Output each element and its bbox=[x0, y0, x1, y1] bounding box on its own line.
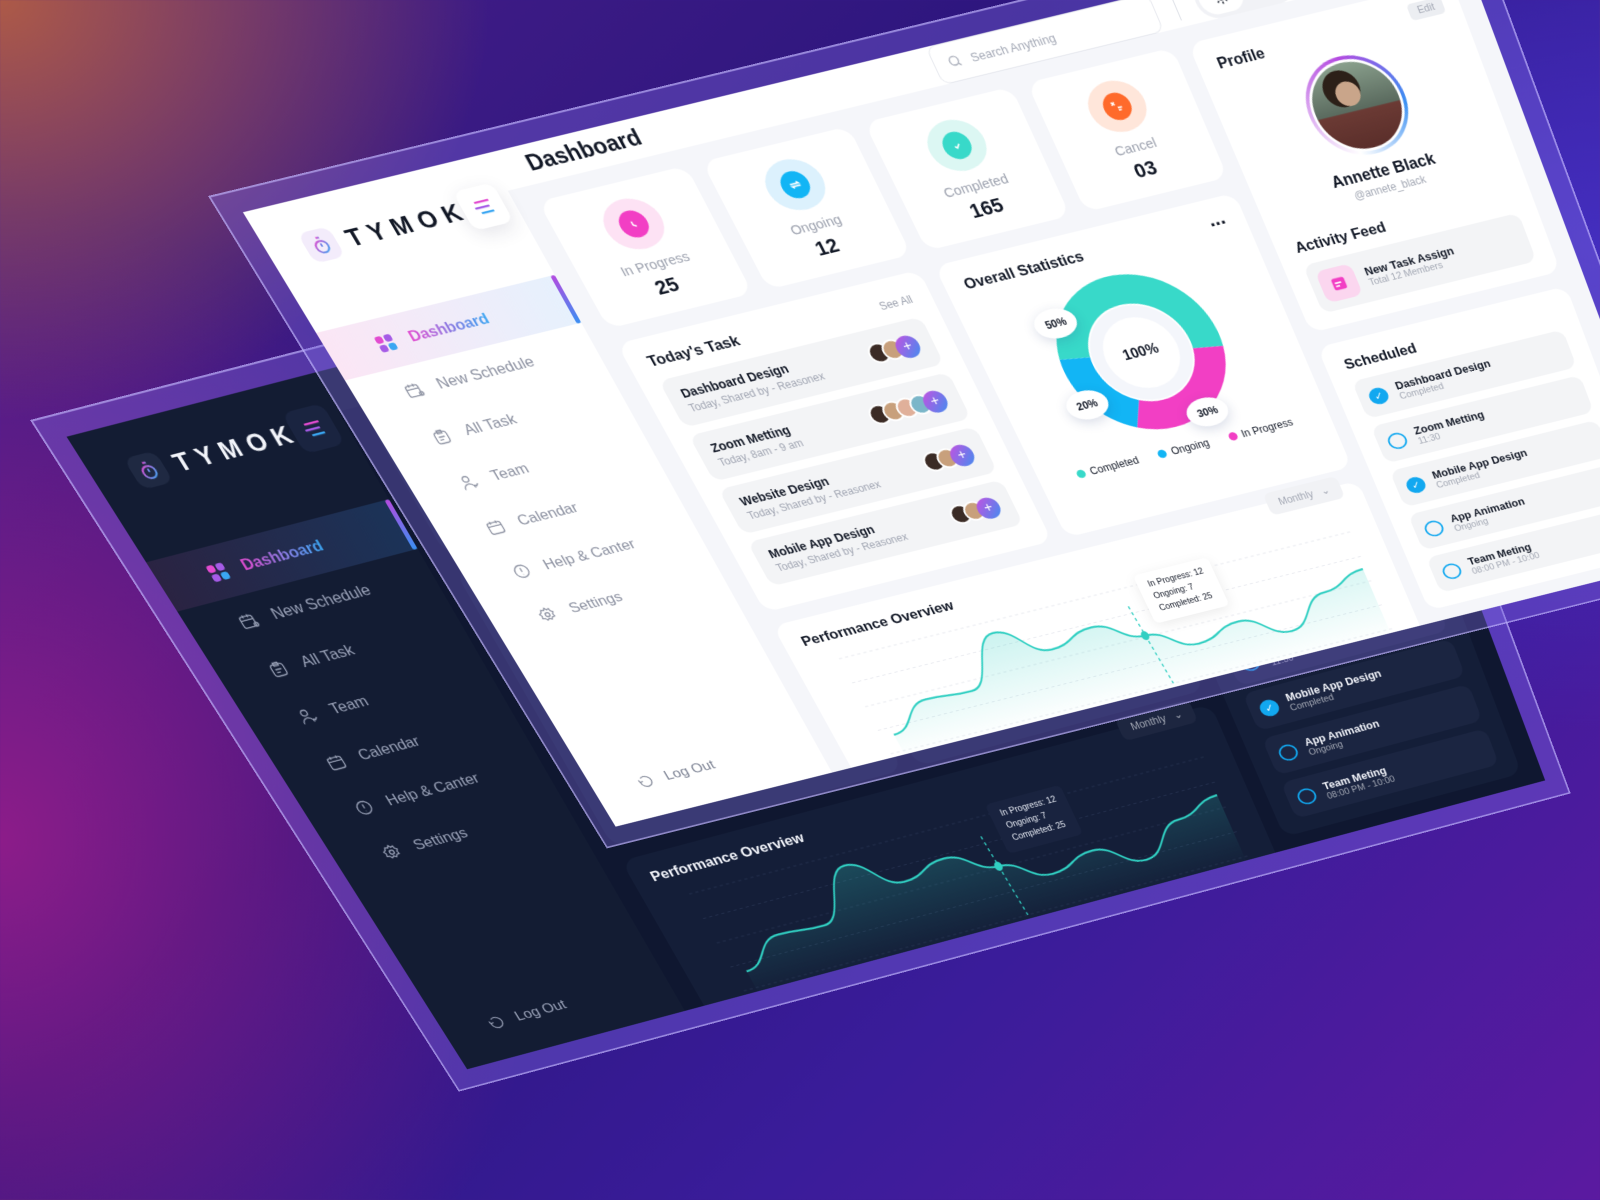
sun-icon bbox=[1209, 0, 1232, 7]
x-tick-label: Oct bbox=[1156, 892, 1173, 906]
logout-icon bbox=[633, 772, 658, 790]
sidebar-item-label: All Task bbox=[460, 410, 520, 439]
x-tick-label: Jun bbox=[979, 940, 997, 954]
avatar-photo bbox=[1294, 49, 1419, 161]
legend-item: Ongoing bbox=[1156, 436, 1212, 461]
task-members: + bbox=[919, 442, 979, 474]
sidebar-item-label: Settings bbox=[565, 588, 626, 616]
donut-chart: 100% 50%30%20% bbox=[1009, 247, 1269, 456]
clipboard-icon bbox=[427, 425, 457, 448]
check-circle-icon[interactable]: ✓ bbox=[1366, 385, 1391, 406]
legend-dot bbox=[1226, 431, 1239, 442]
gear-icon bbox=[377, 841, 406, 863]
info-circle-icon bbox=[349, 796, 379, 819]
hamburger-icon bbox=[473, 198, 495, 215]
sidebar-item-label: Dashboard bbox=[237, 536, 327, 574]
logout-label: Log Out bbox=[511, 996, 570, 1024]
logout-label: Log Out bbox=[660, 757, 718, 783]
sidebar-item-label: Team bbox=[325, 692, 372, 718]
logout-button[interactable]: Log Out bbox=[633, 757, 718, 790]
line-area bbox=[707, 769, 1248, 996]
sidebar-item-label: All Task bbox=[296, 641, 358, 671]
logout-button[interactable]: Log Out bbox=[484, 997, 570, 1032]
grid-icon bbox=[202, 560, 234, 585]
legend-item: Completed bbox=[1075, 454, 1141, 480]
legend-label: Ongoing bbox=[1168, 436, 1212, 458]
sidebar-item-label: New Schedule bbox=[432, 352, 538, 393]
task-members: + bbox=[863, 332, 925, 365]
refresh-icon bbox=[755, 153, 836, 216]
legend-label: Completed bbox=[1087, 454, 1141, 478]
logout-icon bbox=[484, 1013, 509, 1032]
x-tick-label: Jan bbox=[757, 999, 776, 1013]
legend-label: In Progress bbox=[1239, 416, 1295, 440]
clipboard-icon bbox=[263, 657, 294, 681]
calendar-edit-icon bbox=[233, 609, 264, 633]
clipboard-check-icon bbox=[917, 114, 996, 177]
calendar-icon bbox=[481, 516, 510, 538]
chevron-down-icon: ⌄ bbox=[1171, 708, 1185, 722]
brand-name: TYMOK bbox=[339, 195, 475, 252]
legend-item: In Progress bbox=[1226, 416, 1295, 443]
empty-circle-icon[interactable] bbox=[1439, 561, 1464, 581]
calendar-icon bbox=[321, 751, 351, 774]
sidebar-item-label: Calendar bbox=[513, 499, 582, 529]
empty-circle-icon[interactable] bbox=[1294, 786, 1319, 806]
x-tick-label: Jul bbox=[1025, 928, 1040, 942]
sidebar-item-label: New Schedule bbox=[267, 580, 375, 623]
sidebar-item-label: Team bbox=[487, 459, 532, 484]
task-members: + bbox=[864, 388, 952, 427]
clock-icon bbox=[592, 192, 675, 256]
x-tick-label: Dec bbox=[1244, 869, 1263, 884]
avatar bbox=[1289, 45, 1424, 165]
calendar-edit-icon bbox=[399, 379, 429, 402]
search-placeholder: Search Anything bbox=[967, 30, 1058, 65]
x-tick-label: Apr bbox=[891, 964, 909, 978]
x-tick-label: Aug bbox=[1067, 916, 1086, 931]
x-tick-label: Mar bbox=[846, 975, 865, 989]
empty-circle-icon[interactable] bbox=[1385, 430, 1410, 451]
activity-feed-item[interactable]: New Task Assign Total 12 Members bbox=[1302, 212, 1537, 314]
legend-dot bbox=[1075, 468, 1088, 479]
legend-dot bbox=[1156, 448, 1169, 459]
hamburger-icon bbox=[303, 420, 326, 437]
more-options-icon[interactable]: ... bbox=[1204, 206, 1229, 232]
divider bbox=[1170, 0, 1182, 21]
document-cancel-icon bbox=[1079, 74, 1156, 138]
x-tick-label: Feb bbox=[801, 987, 820, 1001]
stopwatch-logo-icon bbox=[123, 450, 174, 490]
sidebar-item-label: Dashboard bbox=[404, 309, 493, 346]
users-icon bbox=[292, 705, 322, 728]
sidebar-item-label: Settings bbox=[409, 824, 471, 854]
empty-circle-icon[interactable] bbox=[1276, 742, 1301, 763]
gear-icon bbox=[533, 604, 561, 625]
task-assign-icon bbox=[1314, 263, 1364, 304]
info-circle-icon bbox=[507, 560, 536, 582]
showcase-stage: TYMOK Dashboard New Schedule All Task Te… bbox=[0, 0, 1600, 1200]
sidebar-item-label: Help & Canter bbox=[539, 535, 639, 573]
x-tick-label: Nov bbox=[1200, 880, 1219, 895]
task-members: + bbox=[946, 495, 1005, 526]
see-all-link[interactable]: See All bbox=[877, 293, 915, 313]
sidebar-item-label: Calendar bbox=[354, 732, 424, 764]
brand-name: TYMOK bbox=[166, 417, 306, 477]
check-circle-icon[interactable]: ✓ bbox=[1256, 697, 1282, 718]
task-list: Dashboard Design Today, Shared by - Reas… bbox=[658, 316, 1024, 587]
chevron-down-icon: ⌄ bbox=[1318, 484, 1332, 498]
empty-circle-icon[interactable] bbox=[1421, 518, 1446, 538]
search-icon bbox=[944, 52, 965, 70]
x-tick-label: May bbox=[934, 951, 955, 966]
users-icon bbox=[454, 471, 483, 493]
grid-icon bbox=[371, 332, 402, 355]
x-tick-label: Sep bbox=[1111, 904, 1130, 919]
stopwatch-logo-icon bbox=[297, 226, 346, 264]
check-circle-icon[interactable]: ✓ bbox=[1403, 474, 1428, 495]
period-value: Monthly bbox=[1276, 488, 1316, 508]
sidebar-item-label: Help & Canter bbox=[382, 769, 483, 809]
